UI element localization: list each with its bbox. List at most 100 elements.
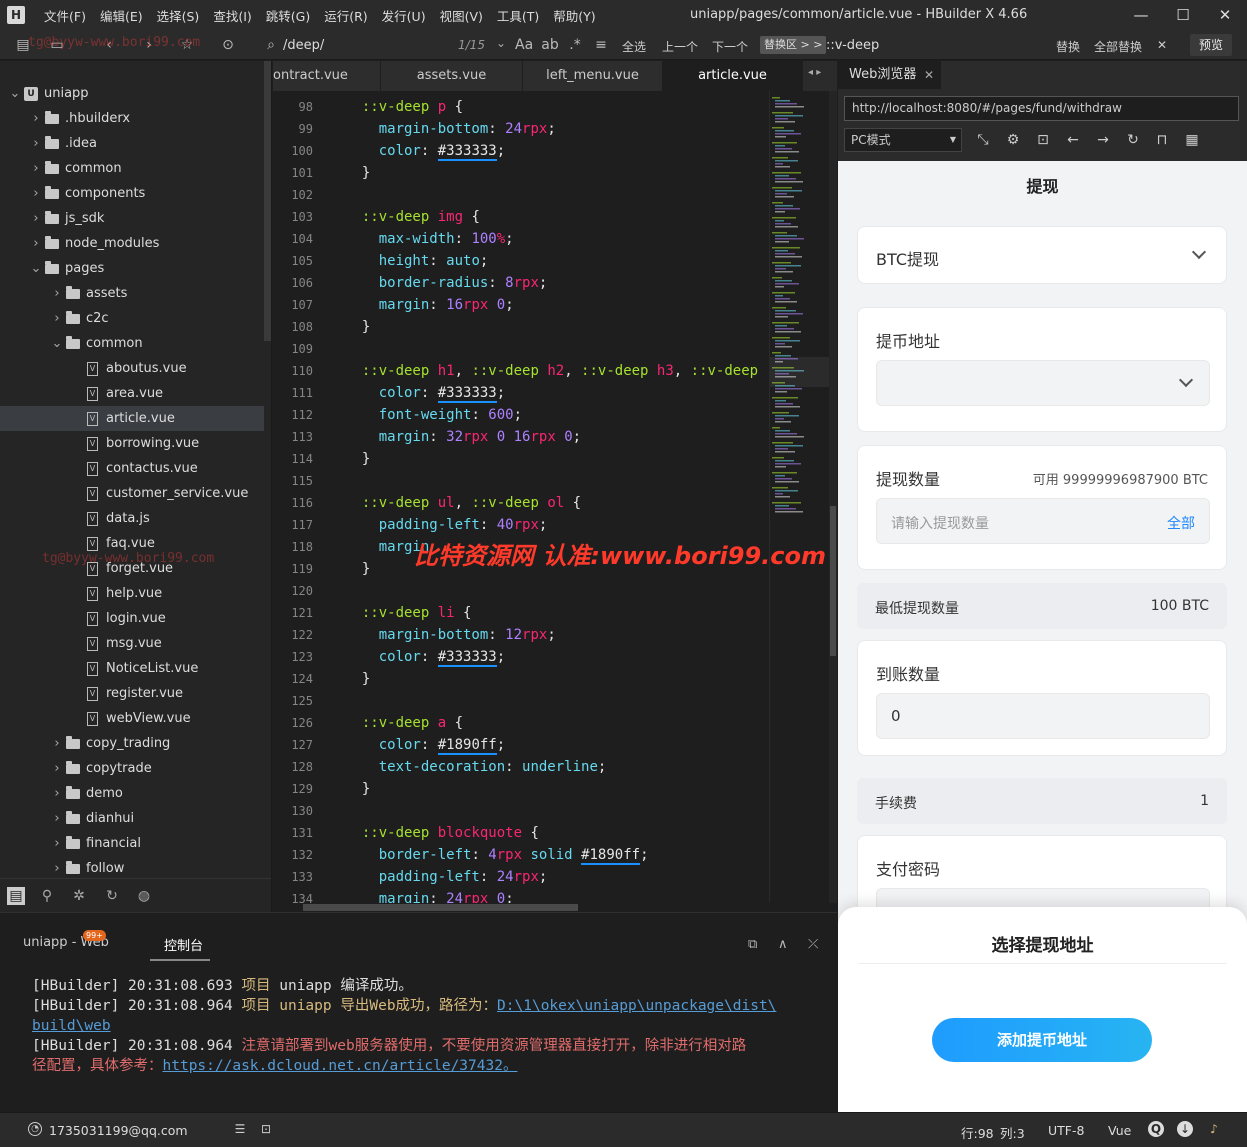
match-case-icon[interactable]: Aa bbox=[515, 36, 533, 54]
tree-file-item[interactable]: Varticle.vue bbox=[0, 406, 264, 431]
tree-file-item[interactable]: Vcustomer_service.vue bbox=[0, 481, 264, 506]
editor-tab[interactable]: ontract.vue bbox=[273, 61, 381, 91]
tree-folder-item[interactable]: ⌄ pages bbox=[0, 256, 264, 281]
plugin-icon[interactable]: ◍ bbox=[135, 887, 153, 905]
language-mode[interactable]: Vue bbox=[1108, 1123, 1131, 1138]
back-icon[interactable]: ‹ bbox=[100, 36, 118, 54]
maximize-button[interactable]: ☐ bbox=[1172, 4, 1194, 26]
withdraw-type-select[interactable]: BTC提现 bbox=[857, 226, 1227, 284]
browser-back-icon[interactable]: ← bbox=[1064, 131, 1082, 149]
minimap-viewport[interactable] bbox=[770, 357, 830, 387]
terminal-icon[interactable]: ⊡ bbox=[258, 1121, 274, 1137]
binoculars-icon[interactable]: ⚲ bbox=[38, 887, 56, 905]
browser-forward-icon[interactable]: → bbox=[1094, 131, 1112, 149]
forward-icon[interactable]: › bbox=[140, 36, 158, 54]
menu-item[interactable]: 查找(I) bbox=[206, 6, 258, 25]
code-editor[interactable]: 98 ::v-deep p {99 margin-bottom: 24rpx; 1… bbox=[273, 91, 769, 903]
settings-gear-icon[interactable]: ⚙ bbox=[1004, 131, 1022, 149]
console-link[interactable]: https://ask.dcloud.net.cn/article/37432。 bbox=[163, 1058, 518, 1074]
tree-file-item[interactable]: Vborrowing.vue bbox=[0, 431, 264, 456]
console-clear-icon[interactable]: ⤫ bbox=[808, 937, 818, 952]
user-icon[interactable]: ◔ bbox=[28, 1122, 42, 1136]
close-search-icon[interactable]: ✕ bbox=[1157, 38, 1167, 52]
download-icon[interactable]: ↓ bbox=[1177, 1121, 1193, 1137]
device-mode-select[interactable]: PC模式 ▼ bbox=[844, 128, 962, 152]
menu-item[interactable]: 发行(U) bbox=[375, 6, 433, 25]
save-icon[interactable]: ▭ bbox=[48, 36, 66, 54]
replace-button[interactable]: 替换 bbox=[1056, 38, 1080, 55]
encoding[interactable]: UTF-8 bbox=[1048, 1123, 1084, 1138]
star-icon[interactable]: ☆ bbox=[178, 36, 196, 54]
devtools-icon[interactable]: ⊡ bbox=[1034, 131, 1052, 149]
feedback-icon[interactable]: Q bbox=[1148, 1121, 1164, 1137]
tab-scroll-arrows-icon[interactable]: ◂ ▸ bbox=[808, 67, 821, 78]
menu-item[interactable]: 编辑(E) bbox=[93, 6, 150, 25]
git-icon[interactable]: ↻ bbox=[103, 887, 121, 905]
debug-icon[interactable]: ✲ bbox=[70, 887, 88, 905]
close-window-button[interactable]: ✕ bbox=[1214, 4, 1236, 26]
tree-file-item[interactable]: Vhelp.vue bbox=[0, 581, 264, 606]
tree-folder-item[interactable]: › demo bbox=[0, 781, 264, 806]
tree-file-item[interactable]: Vlogin.vue bbox=[0, 606, 264, 631]
tree-folder-item[interactable]: › assets bbox=[0, 281, 264, 306]
user-account[interactable]: 1735031199@qq.com bbox=[49, 1123, 188, 1138]
minimize-button[interactable]: — bbox=[1130, 4, 1152, 26]
select-all-button[interactable]: 全选 bbox=[622, 38, 646, 55]
outline-icon[interactable]: ☰ bbox=[232, 1121, 248, 1137]
web-browser-tab[interactable]: Web浏览器 ✕ bbox=[838, 61, 941, 89]
tree-folder-item[interactable]: ⌄ common bbox=[0, 331, 264, 356]
add-address-button[interactable]: 添加提币地址 bbox=[932, 1018, 1152, 1062]
tree-file-item[interactable]: VwebView.vue bbox=[0, 706, 264, 731]
console-export-icon[interactable]: ⧉ bbox=[748, 937, 757, 952]
tree-folder-item[interactable]: › financial bbox=[0, 831, 264, 856]
tree-folder-item[interactable]: ⌄ Uuniapp bbox=[0, 81, 264, 106]
minimap[interactable] bbox=[769, 91, 830, 903]
menu-item[interactable]: 选择(S) bbox=[150, 6, 207, 25]
menu-item[interactable]: 跳转(G) bbox=[259, 6, 317, 25]
editor-horizontal-scrollbar[interactable] bbox=[273, 903, 837, 912]
tree-folder-item[interactable]: › copy_trading bbox=[0, 731, 264, 756]
tree-folder-item[interactable]: › copytrade bbox=[0, 756, 264, 781]
tree-file-item[interactable]: V NoticeList.vue bbox=[0, 656, 264, 681]
console-link[interactable]: D:\1\okex\uniapp\unpackage\dist\ bbox=[497, 998, 776, 1014]
url-input[interactable]: http://localhost:8080/#/pages/fund/withd… bbox=[844, 96, 1239, 121]
tree-file-item[interactable]: Vaboutus.vue bbox=[0, 356, 264, 381]
tree-folder-item[interactable]: › node_modules bbox=[0, 231, 264, 256]
refresh-icon[interactable]: ↻ bbox=[1124, 131, 1142, 149]
all-amount-button[interactable]: 全部 bbox=[1167, 513, 1195, 533]
close-tab-icon[interactable]: ✕ bbox=[924, 61, 934, 89]
editor-tab[interactable]: article.vue bbox=[663, 61, 803, 91]
tree-folder-item[interactable]: › dianhui bbox=[0, 806, 264, 831]
list-icon[interactable]: ≡ bbox=[592, 36, 610, 54]
replace-area-toggle[interactable]: 替换区 > > bbox=[760, 36, 827, 54]
amount-input[interactable]: 请输入提现数量 全部 bbox=[876, 498, 1210, 544]
regex-icon[interactable]: .* bbox=[566, 36, 584, 54]
tree-file-item[interactable]: Vfaq.vue bbox=[0, 531, 264, 556]
tree-folder-item[interactable]: › components bbox=[0, 181, 264, 206]
menu-item[interactable]: 文件(F) bbox=[37, 6, 93, 25]
cursor-column[interactable]: 列:3 bbox=[1000, 1123, 1025, 1142]
tree-folder-item[interactable]: › common bbox=[0, 156, 264, 181]
screenshot-icon[interactable]: ⤡ bbox=[974, 131, 992, 149]
tree-file-item[interactable]: Vregister.vue bbox=[0, 681, 264, 706]
tree-folder-item[interactable]: › .hbuilderx bbox=[0, 106, 264, 131]
preview-button[interactable]: 预览 bbox=[1190, 34, 1232, 56]
tree-file-item[interactable]: Vmsg.vue bbox=[0, 631, 264, 656]
search-input[interactable] bbox=[283, 35, 443, 55]
console-tab-console[interactable]: 控制台 bbox=[164, 935, 203, 954]
expand-search-icon[interactable]: ⌄ bbox=[496, 36, 506, 50]
tree-folder-item[interactable]: › .idea bbox=[0, 131, 264, 156]
tree-folder-item[interactable]: › c2c bbox=[0, 306, 264, 331]
editor-tab[interactable]: assets.vue bbox=[381, 61, 523, 91]
menu-item[interactable]: 工具(T) bbox=[490, 6, 546, 25]
sidebar-scrollbar[interactable] bbox=[264, 61, 271, 341]
menu-item[interactable]: 视图(V) bbox=[433, 6, 490, 25]
address-select[interactable]: 请选择提币地址 bbox=[876, 360, 1210, 406]
menu-item[interactable]: 帮助(Y) bbox=[546, 6, 602, 25]
tree-folder-item[interactable]: › js_sdk bbox=[0, 206, 264, 231]
notification-bell-icon[interactable]: ♪ bbox=[1206, 1121, 1222, 1137]
replace-input[interactable] bbox=[826, 35, 1036, 55]
next-match-button[interactable]: 下一个 bbox=[712, 38, 748, 55]
console-collapse-icon[interactable]: ∧ bbox=[778, 937, 788, 952]
replace-all-button[interactable]: 全部替换 bbox=[1094, 38, 1142, 55]
